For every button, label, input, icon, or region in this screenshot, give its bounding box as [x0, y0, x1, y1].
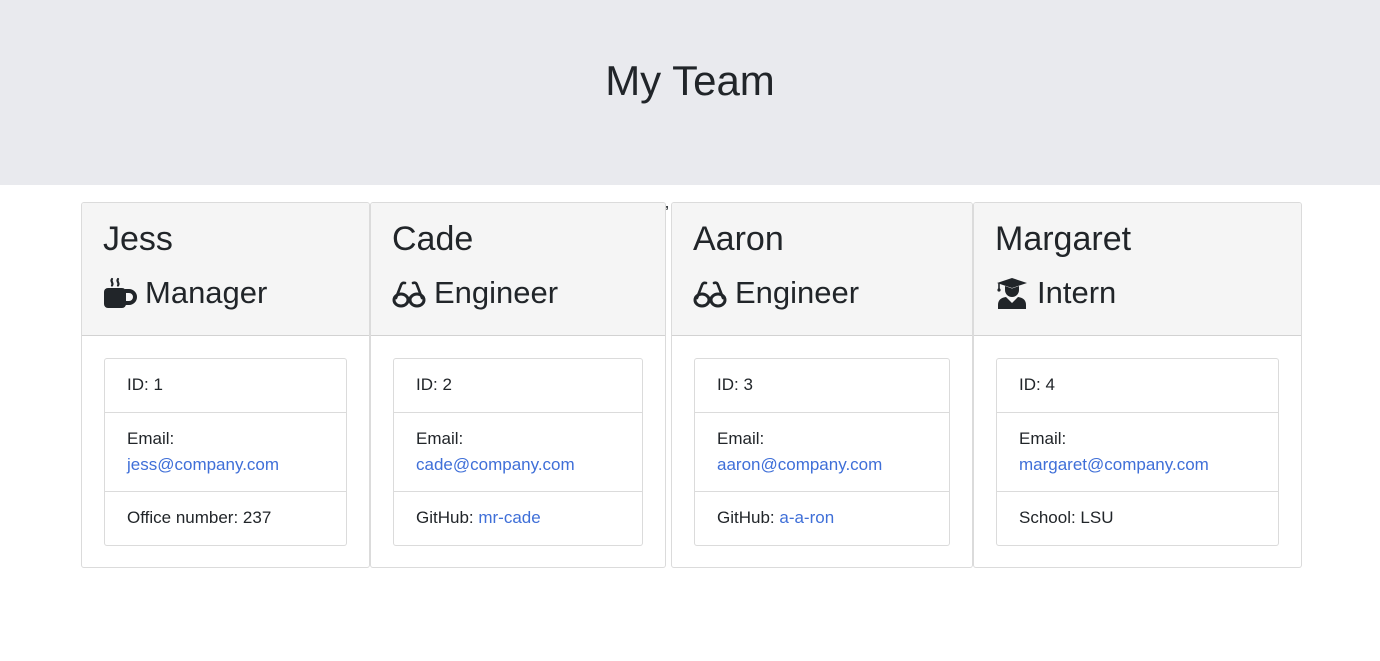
employee-card-aaron: Aaron Engineer ID: 3 Email: aaron@compan…	[671, 202, 973, 568]
page-title: My Team	[605, 57, 775, 104]
email-link[interactable]: cade@company.com	[416, 455, 575, 474]
email-link[interactable]: jess@company.com	[127, 455, 279, 474]
details-list: ID: 4 Email: margaret@company.com School…	[996, 358, 1279, 546]
employee-card-margaret: Margaret Intern ID: 4 Email: margaret@co…	[973, 202, 1302, 568]
github-label: GitHub:	[717, 508, 780, 527]
github-link[interactable]: mr-cade	[478, 508, 540, 527]
list-item-github: GitHub: a-a-ron	[695, 492, 949, 546]
details-list: ID: 2 Email: cade@company.com GitHub: mr…	[393, 358, 643, 546]
list-item-id: ID: 1	[105, 359, 346, 413]
role-label: Engineer	[434, 275, 559, 310]
card-header: Cade Engineer	[371, 203, 665, 336]
list-item-id: ID: 2	[394, 359, 642, 413]
list-item-email: Email: cade@company.com	[394, 413, 642, 492]
role-label: Engineer	[735, 275, 860, 310]
github-label: GitHub:	[416, 508, 479, 527]
list-item-github: GitHub: mr-cade	[394, 492, 642, 546]
email-label: Email:	[416, 429, 464, 448]
glasses-icon	[392, 276, 426, 310]
list-item-email: Email: margaret@company.com	[997, 413, 1278, 492]
list-item-id: ID: 3	[695, 359, 949, 413]
role-label: Intern	[1037, 275, 1117, 310]
github-link[interactable]: a-a-ron	[779, 508, 834, 527]
glasses-icon	[693, 276, 727, 310]
employee-name: Margaret	[995, 220, 1132, 258]
employee-name: Jess	[103, 220, 173, 258]
list-item-email: Email: aaron@company.com	[695, 413, 949, 492]
list-item-office-number: Office number: 237	[127, 508, 272, 527]
card-header: Margaret Intern	[974, 203, 1301, 336]
card-header: Jess Manager	[82, 203, 369, 336]
employee-name: Aaron	[693, 220, 784, 258]
list-item-school: School: LSU	[1019, 508, 1114, 527]
role-label: Manager	[145, 275, 268, 310]
graduate-icon	[995, 276, 1029, 310]
employee-role: Manager	[103, 273, 267, 313]
employee-card-cade: Cade Engineer ID: 2 Email: cade@company.…	[370, 202, 666, 568]
card-header: Aaron Engineer	[672, 203, 972, 336]
list-item-email: Email: jess@company.com	[105, 413, 346, 492]
employee-name: Cade	[392, 220, 474, 258]
coffee-mug-icon	[103, 276, 137, 310]
employee-role: Engineer	[392, 273, 558, 313]
email-link[interactable]: margaret@company.com	[1019, 455, 1209, 474]
header-banner: My Team	[0, 0, 1380, 185]
employee-card-jess: Jess Manager ID: 1 Email: jess@company.c…	[81, 202, 370, 568]
details-list: ID: 3 Email: aaron@company.com GitHub: a…	[694, 358, 950, 546]
email-label: Email:	[717, 429, 765, 448]
list-item-id: ID: 4	[997, 359, 1278, 413]
email-label: Email:	[1019, 429, 1067, 448]
email-label: Email:	[127, 429, 175, 448]
employee-role: Intern	[995, 273, 1116, 313]
employee-role: Engineer	[693, 273, 859, 313]
details-list: ID: 1 Email: jess@company.com Office num…	[104, 358, 347, 546]
email-link[interactable]: aaron@company.com	[717, 455, 882, 474]
